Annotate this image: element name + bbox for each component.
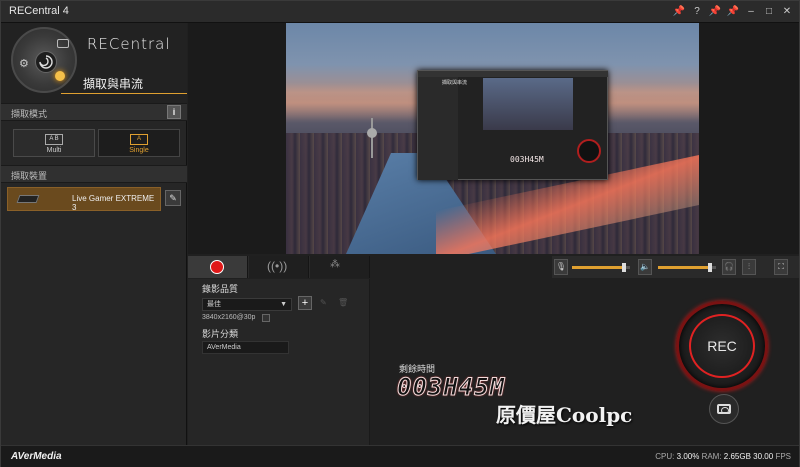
rec-button[interactable]: REC (676, 301, 768, 391)
logo-area: ⚙ RECentral 擷取與串流 (1, 23, 187, 103)
capture-icon[interactable] (57, 39, 69, 48)
record-settings-panel: 錄影品質 最佳 ▼ + ✎ 🗑 3840x2160@30p 影片分類 AVerM… (188, 279, 370, 445)
function-tabs: ((•)) ⁂ (188, 256, 370, 278)
title-bar: RECentral 4 📌 ? 📌 📌 – □ ✕ (1, 1, 799, 23)
stream-icon: ((•)) (267, 259, 288, 273)
maximize-button[interactable]: □ (761, 4, 777, 20)
snapshot-button[interactable] (709, 394, 739, 424)
pin-icon[interactable]: 📌 (725, 4, 741, 20)
audio-mixer-icon[interactable]: ⫶ (742, 259, 756, 275)
speaker-icon[interactable]: 🔈 (638, 259, 652, 275)
help-icon[interactable]: ? (689, 4, 705, 20)
watermark: 原價屋Coolpc (496, 403, 633, 427)
minimize-button[interactable]: – (743, 4, 759, 20)
nested-counter: 003H45M (510, 155, 544, 164)
resolution-settings-button[interactable] (262, 314, 270, 322)
multi-icon: A B (45, 134, 63, 145)
tab-network[interactable]: ⁂ (310, 256, 370, 278)
tab-stream[interactable]: ((•)) (249, 256, 309, 278)
category-input[interactable]: AVerMedia (202, 341, 289, 354)
edit-profile-icon: ✎ (320, 298, 327, 307)
delete-profile-icon: 🗑 (338, 298, 349, 307)
nested-left-panel (418, 77, 458, 180)
category-label: 影片分類 (202, 329, 239, 339)
avermedia-logo: AVerMedia (11, 451, 62, 462)
rec-label: REC (707, 338, 737, 354)
pin-icon[interactable]: 📌 (707, 4, 723, 20)
mic-volume-fill (572, 266, 624, 269)
speaker-volume-fill (658, 266, 710, 269)
system-stats: CPU: 3.00% RAM: 2.65GB 30.00 FPS (655, 452, 791, 461)
capture-mode-label: 擷取模式 (11, 109, 48, 119)
nested-rec-button (577, 139, 601, 163)
tab-record[interactable] (188, 256, 248, 278)
ram-label: RAM: (701, 452, 722, 461)
remaining-time-counter: 003H45M (396, 373, 506, 402)
audio-controls: 🎙 🔈 🎧 ⫶ ⛶ (552, 256, 799, 278)
device-name: Live Gamer EXTREME 3 (72, 194, 155, 212)
fps-label: FPS (775, 452, 791, 461)
rec-button-inner: REC (689, 314, 755, 378)
video-preview[interactable]: 擷取與串流 003H45M (286, 23, 699, 254)
fps-value: 30.00 (753, 452, 774, 461)
cpu-label: CPU: (655, 452, 675, 461)
mic-volume-knob[interactable] (622, 263, 626, 272)
close-button[interactable]: ✕ (779, 4, 795, 20)
mic-icon[interactable]: 🎙 (554, 259, 568, 275)
capture-device-label: 擷取裝置 (11, 171, 48, 181)
nested-app-screenshot: 擷取與串流 003H45M (417, 70, 608, 180)
cpu-value: 3.00% (676, 452, 700, 461)
mode-title: 擷取與串流 (83, 77, 144, 91)
multi-label: Multi (46, 147, 62, 154)
category-value: AVerMedia (207, 344, 241, 351)
record-icon (210, 260, 224, 274)
brand-logo: RECentral (87, 35, 171, 53)
edit-device-button[interactable]: ✎ (165, 190, 181, 206)
quality-value: 最佳 (207, 301, 221, 308)
pin-icon[interactable]: 📌 (671, 4, 687, 20)
app-window: RECentral 4 📌 ? 📌 📌 – □ ✕ ⚙ RECentral 擷取… (0, 0, 800, 467)
resolution-text: 3840x2160@30p (202, 314, 256, 321)
multi-mode-button[interactable]: A B Multi (13, 129, 95, 157)
mode-underline (61, 93, 187, 94)
active-mode-indicator[interactable] (55, 71, 65, 81)
speaker-volume-slider[interactable] (658, 263, 716, 272)
camera-icon (717, 404, 731, 414)
nested-preview (483, 78, 573, 130)
ram-value: 2.65GB (723, 452, 751, 461)
swirl-icon (35, 51, 57, 73)
network-icon: ⁂ (330, 259, 340, 270)
nested-mode-title: 擷取與串流 (442, 80, 468, 86)
mode-dial[interactable]: ⚙ (11, 27, 77, 93)
capture-device-header: 擷取裝置 (1, 165, 187, 183)
headphone-icon[interactable]: 🎧 (722, 259, 736, 275)
chevron-down-icon: ▼ (280, 301, 287, 308)
left-panel: ⚙ RECentral 擷取與串流 擷取模式 i A B Multi A Sin… (1, 23, 187, 445)
tv-tower-sphere (367, 128, 377, 138)
fullscreen-icon[interactable]: ⛶ (774, 259, 788, 275)
window-controls: 📌 ? 📌 📌 – □ ✕ (671, 4, 795, 20)
capture-mode-header: 擷取模式 i (1, 103, 187, 121)
single-icon: A (130, 134, 148, 145)
capture-device-item[interactable]: Live Gamer EXTREME 3 (7, 187, 161, 212)
tv-tower (371, 118, 373, 158)
quality-select[interactable]: 最佳 ▼ (202, 298, 292, 311)
speaker-volume-knob[interactable] (708, 263, 712, 272)
quality-label: 錄影品質 (202, 284, 239, 294)
window-title: RECentral 4 (9, 5, 69, 17)
info-button[interactable]: i (167, 105, 181, 119)
device-icon (16, 195, 40, 203)
mic-volume-slider[interactable] (572, 263, 630, 272)
single-label: Single (129, 147, 149, 154)
single-mode-button[interactable]: A Single (98, 129, 180, 157)
status-bar: AVerMedia CPU: 3.00% RAM: 2.65GB 30.00 F… (1, 445, 799, 467)
add-profile-button[interactable]: + (298, 296, 312, 310)
gear-icon[interactable]: ⚙ (19, 57, 29, 70)
